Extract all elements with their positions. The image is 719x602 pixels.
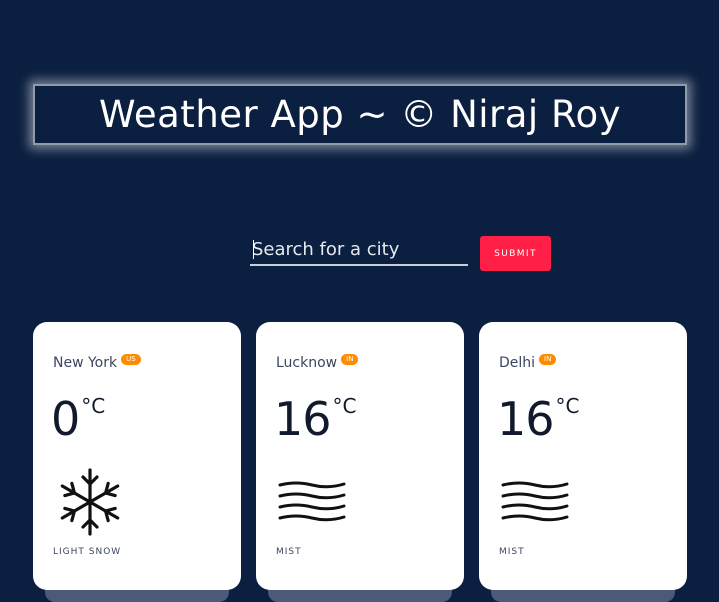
search-form: SUBMIT	[250, 232, 560, 272]
city-card-delhi: Delhi IN 16 °C MIST	[479, 322, 687, 602]
temperature-value: 0	[51, 392, 80, 446]
text-cursor	[253, 240, 254, 259]
country-badge: IN	[539, 354, 557, 365]
city-card-lucknow: Lucknow IN 16 °C MIST	[256, 322, 464, 602]
snowflake-icon	[53, 466, 123, 536]
title-bar: Weather App ~ © Niraj Roy	[33, 84, 687, 145]
temperature: 16 °C	[274, 392, 357, 446]
weather-condition: LIGHT SNOW	[53, 547, 122, 557]
page-title: Weather App ~ © Niraj Roy	[98, 93, 622, 136]
city-label: Lucknow	[276, 355, 338, 371]
weather-condition: MIST	[499, 547, 525, 557]
submit-button[interactable]: SUBMIT	[480, 236, 551, 271]
city-card: Delhi IN 16 °C MIST	[479, 322, 687, 590]
weather-app-page: Weather App ~ © Niraj Roy SUBMIT New Yor…	[0, 0, 719, 602]
temperature-unit: °C	[81, 394, 106, 418]
city-name: New York US	[53, 354, 141, 371]
city-label: New York	[53, 355, 118, 371]
city-name: Delhi IN	[499, 354, 557, 371]
city-card-new-york: New York US 0 °C LIGHT SNOW	[33, 322, 241, 602]
temperature-value: 16	[497, 392, 555, 446]
city-card: New York US 0 °C LIGHT SNOW	[33, 322, 241, 590]
temperature: 16 °C	[497, 392, 580, 446]
country-badge: IN	[341, 354, 359, 365]
temperature-unit: °C	[555, 394, 580, 418]
temperature: 0 °C	[51, 392, 105, 446]
country-badge: US	[121, 354, 141, 365]
city-card: Lucknow IN 16 °C MIST	[256, 322, 464, 590]
search-input[interactable]	[250, 234, 468, 266]
mist-icon	[276, 466, 346, 536]
weather-condition: MIST	[276, 547, 302, 557]
mist-icon	[499, 466, 569, 536]
city-label: Delhi	[499, 355, 536, 371]
temperature-unit: °C	[332, 394, 357, 418]
city-name: Lucknow IN	[276, 354, 359, 371]
temperature-value: 16	[274, 392, 332, 446]
